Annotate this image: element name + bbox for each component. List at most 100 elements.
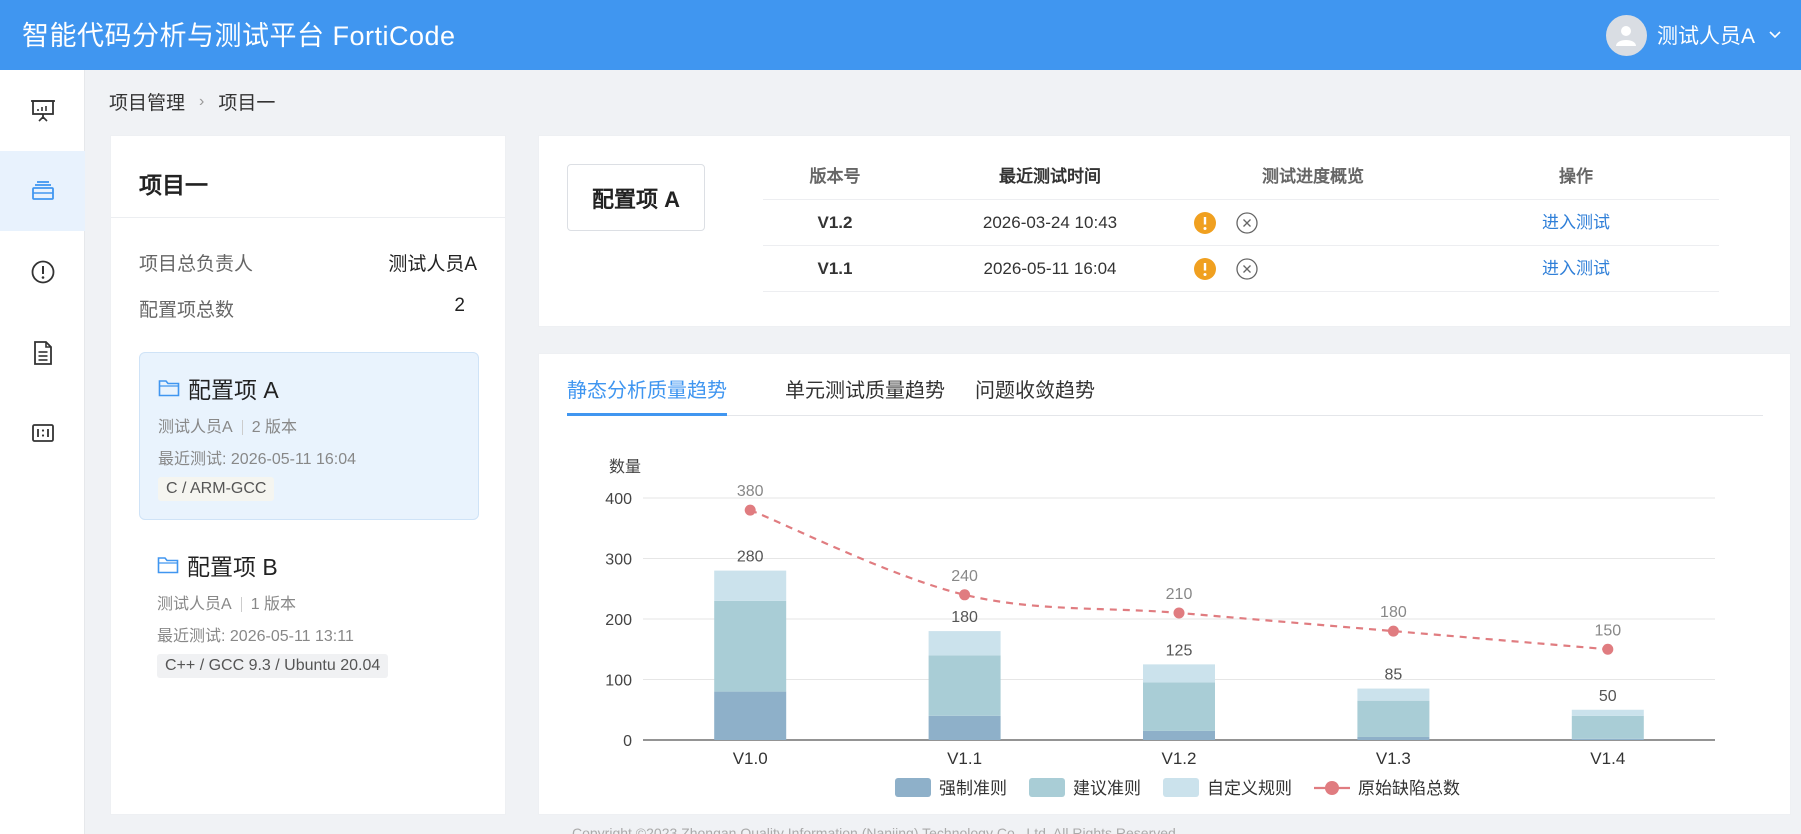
breadcrumb-root[interactable]: 项目管理 (109, 88, 185, 115)
line-point (744, 504, 756, 516)
y-tick-label: 100 (605, 673, 632, 690)
line-point (1387, 625, 1399, 637)
divider (111, 217, 505, 218)
column-header: 最近测试时间 (999, 167, 1101, 186)
line-point (1173, 607, 1185, 619)
y-tick-label: 200 (605, 612, 632, 629)
config-card-b[interactable]: 配置项 B 测试人员A 1 版本 最近测试: 2026-05-11 13:11 C… (139, 530, 479, 698)
version-cell: V1.1 (817, 259, 853, 278)
sidebar-item-settings[interactable] (0, 393, 85, 473)
folder-icon (158, 380, 180, 397)
bar-segment (928, 715, 1001, 740)
table-row: V1.1 2026-05-11 16:04 进入测试 (763, 246, 1719, 292)
breadcrumb: 项目管理 › 项目一 (109, 88, 275, 115)
document-icon (33, 341, 52, 365)
app-title: 智能代码分析与测试平台 FortiCode (22, 21, 456, 51)
line-point (959, 589, 971, 601)
bar-total-label: 50 (1599, 688, 1617, 705)
bar-segment (928, 655, 1001, 716)
line-point (1602, 643, 1614, 655)
top-bar: 智能代码分析与测试平台 FortiCode 测试人员A (0, 0, 1801, 70)
sidebar (0, 70, 85, 834)
enter-test-link[interactable]: 进入测试 (1433, 246, 1719, 292)
sidebar-item-reports[interactable] (0, 313, 85, 393)
config-tag: C++ / GCC 9.3 / Ubuntu 20.04 (157, 654, 389, 678)
y-tick-label: 300 (605, 552, 632, 569)
table-header: 版本号 最近测试时间 测试进度概览 操作 (763, 154, 1719, 200)
config-card-header: 配置项 A (158, 371, 279, 405)
bar-segment (1357, 700, 1430, 737)
line-value-label: 240 (951, 568, 978, 585)
config-card-a[interactable]: 配置项 A 测试人员A 2 版本 最近测试: 2026-05-11 16:04 C… (139, 352, 479, 520)
x-tick-label: V1.4 (1590, 749, 1625, 768)
warning-icon[interactable] (1193, 257, 1217, 281)
bar-segment (1143, 682, 1215, 731)
time-cell: 2026-03-24 10:43 (982, 213, 1118, 232)
config-meta: 测试人员A 1 版本 (157, 590, 296, 614)
close-circle-icon[interactable] (1235, 257, 1259, 281)
version-table: 版本号 最近测试时间 测试进度概览 操作 V1.2 2026-03-24 10:… (763, 154, 1719, 292)
bar-segment (1143, 730, 1215, 740)
config-count-value: 2 (454, 295, 465, 316)
project-title: 项目一 (139, 172, 208, 198)
bar-segment (1571, 715, 1644, 739)
bar-total-label: 85 (1385, 667, 1403, 684)
config-card-header: 配置项 B (157, 548, 278, 582)
sidebar-item-projects[interactable] (0, 151, 85, 231)
bar-segment (714, 570, 787, 601)
chevron-right-icon: › (199, 92, 205, 110)
legend-label: 原始缺陷总数 (1358, 779, 1460, 799)
layers-icon (31, 181, 54, 200)
legend-line-marker (1325, 781, 1339, 795)
config-count-label: 配置项总数 (139, 300, 235, 321)
bar-total-label: 180 (951, 609, 978, 626)
bar-segment (714, 600, 787, 692)
close-circle-icon[interactable] (1235, 211, 1259, 235)
y-tick-label: 400 (605, 491, 632, 508)
bar-total-label: 280 (737, 549, 764, 566)
config-versions: 2 版本 (251, 419, 298, 436)
project-panel: 项目一 项目总负责人 测试人员A 配置项总数 2 配置项 A 测试人员A 2 版本… (110, 135, 506, 815)
config-name: 配置项 B (187, 554, 278, 580)
bar-total-label: 125 (1166, 642, 1193, 659)
folder-icon (157, 557, 179, 574)
config-last-test: 最近测试: 2026-05-11 16:04 (158, 451, 357, 468)
warning-icon[interactable] (1193, 211, 1217, 235)
legend-swatch (1163, 778, 1199, 797)
config-tester: 测试人员A (157, 596, 232, 613)
enter-test-link[interactable]: 进入测试 (1433, 200, 1719, 246)
bar-segment (1571, 709, 1644, 716)
time-cell: 2026-05-11 16:04 (983, 259, 1117, 278)
config-name: 配置项 A (188, 377, 279, 403)
alert-circle-icon (31, 260, 54, 284)
line-value-label: 210 (1166, 586, 1193, 603)
version-panel: 配置项 A 版本号 最近测试时间 测试进度概览 操作 V1.2 2026-03-… (538, 135, 1791, 327)
sidebar-item-dashboard[interactable] (0, 70, 85, 150)
legend-label: 自定义规则 (1207, 779, 1292, 799)
column-header: 版本号 (809, 167, 861, 186)
line-value-label: 380 (737, 483, 764, 500)
avatar[interactable] (1605, 14, 1647, 56)
chevron-down-icon[interactable] (1767, 27, 1783, 43)
breadcrumb-current: 项目一 (218, 93, 276, 114)
trend-panel: 静态分析质量趋势 单元测试质量趋势 问题收敛趋势 0 100 200 300 400 数量… (538, 353, 1791, 815)
user-menu[interactable]: 测试人员A (1605, 14, 1783, 56)
trend-chart: 0 100 200 300 400 数量 280 V1.0 180 V1.1 125 V1.2 85 V1… (605, 457, 1715, 799)
config-last-test: 最近测试: 2026-05-11 13:11 (157, 628, 354, 645)
bar-segment (928, 631, 1001, 656)
x-tick-label: V1.0 (733, 749, 768, 768)
legend-swatch (895, 778, 931, 797)
bar-segment (714, 691, 787, 740)
presentation-board-icon (30, 100, 55, 122)
selected-config-badge: 配置项 A (567, 164, 705, 231)
table-row: V1.2 2026-03-24 10:43 进入测试 (763, 200, 1719, 246)
line-value-label: 150 (1594, 622, 1621, 639)
x-tick-label: V1.1 (947, 749, 982, 768)
user-name[interactable]: 测试人员A (1657, 20, 1755, 50)
bar-segment (1357, 688, 1430, 701)
sidebar-item-issues[interactable] (0, 232, 85, 312)
version-cell: V1.2 (817, 213, 853, 232)
footer: Copyright ©2023 Zhongan Quality Informat… (572, 825, 1180, 834)
y-tick-label: 0 (623, 733, 632, 750)
x-tick-label: V1.3 (1376, 749, 1411, 768)
